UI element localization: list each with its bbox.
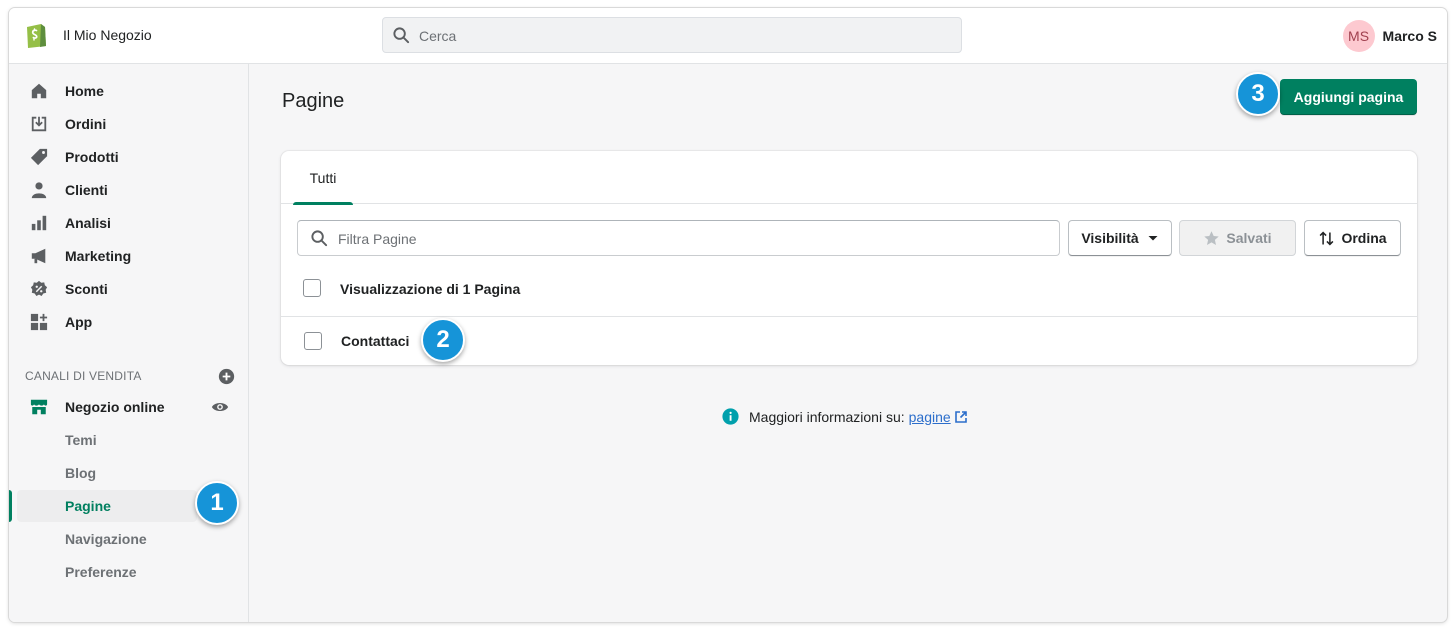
sort-button[interactable]: Ordina <box>1304 220 1401 256</box>
sidebar-item-online-store[interactable]: Negozio online <box>17 391 229 423</box>
visibility-button[interactable]: Visibilità <box>1068 220 1172 256</box>
callout-badge-1: 1 <box>195 481 239 525</box>
store-name[interactable]: Il Mio Negozio <box>63 27 152 43</box>
app-window: Il Mio Negozio MS Marco S Home Ordini <box>9 8 1447 622</box>
page-title: Pagine <box>282 90 345 112</box>
sidebar-item-themes[interactable]: Temi <box>17 424 197 456</box>
sidebar-item-label: Analisi <box>65 215 111 231</box>
active-indicator <box>9 490 12 522</box>
sidebar-item-label: App <box>65 314 93 330</box>
megaphone-icon <box>29 246 49 266</box>
global-search[interactable] <box>382 17 962 53</box>
sidebar-item-orders[interactable]: Ordini <box>17 108 241 140</box>
orders-icon <box>29 114 49 134</box>
apps-icon <box>29 312 49 332</box>
callout-badge-3: 3 <box>1236 72 1280 116</box>
user-menu[interactable]: MS Marco S <box>1342 20 1437 52</box>
online-store-link[interactable]: Negozio online <box>17 397 165 417</box>
caret-down-icon <box>1148 236 1158 241</box>
external-link-icon[interactable] <box>954 410 967 423</box>
star-icon <box>1204 230 1220 245</box>
home-icon <box>29 81 49 101</box>
add-page-button[interactable]: Aggiungi pagina <box>1280 79 1417 115</box>
sidebar-item-pages[interactable]: Pagine <box>17 490 197 522</box>
sidebar-item-label: Prodotti <box>65 149 119 165</box>
callout-badge-2: 2 <box>421 318 465 362</box>
pages-help-link[interactable]: pagine <box>909 409 951 425</box>
sidebar-item-products[interactable]: Prodotti <box>17 141 241 173</box>
sidebar-item-marketing[interactable]: Marketing <box>17 240 241 272</box>
sidebar-item-navigation[interactable]: Navigazione <box>17 523 197 555</box>
info-text: Maggiori informazioni su: <box>749 408 905 425</box>
tab-all[interactable]: Tutti <box>293 151 353 205</box>
select-all-checkbox[interactable] <box>303 279 321 297</box>
sidebar-item-apps[interactable]: App <box>17 306 241 338</box>
top-bar: Il Mio Negozio MS Marco S <box>9 8 1447 64</box>
search-icon <box>393 27 410 44</box>
sidebar-item-blog[interactable]: Blog <box>17 457 197 489</box>
user-name[interactable]: Marco S <box>1383 28 1437 44</box>
help-footer: Maggiori informazioni su: pagine <box>722 408 967 425</box>
add-channel-icon[interactable] <box>218 368 235 385</box>
sales-channels-header: CANALI DI VENDITA <box>25 366 235 386</box>
sidebar-item-label: Clienti <box>65 182 108 198</box>
sidebar-item-home[interactable]: Home <box>17 75 241 107</box>
bar-chart-icon <box>29 213 49 233</box>
filter-field[interactable] <box>297 220 1060 256</box>
saved-label: Salvati <box>1226 230 1272 246</box>
sidebar-item-label: Ordini <box>65 116 107 132</box>
sidebar-item-analytics[interactable]: Analisi <box>17 207 241 239</box>
sort-icon <box>1320 230 1334 246</box>
sidebar: Home Ordini Prodotti Clienti Analisi Mar… <box>9 64 249 622</box>
person-icon <box>29 180 49 200</box>
sidebar-item-label: Sconti <box>65 281 108 297</box>
list-header-text: Visualizzazione di 1 Pagina <box>340 281 521 297</box>
sidebar-item-customers[interactable]: Clienti <box>17 174 241 206</box>
search-icon <box>311 230 328 247</box>
discount-icon <box>29 279 49 299</box>
page-title-contattaci[interactable]: Contattaci <box>341 333 409 349</box>
store-icon <box>29 397 49 417</box>
sort-label: Ordina <box>1341 230 1387 246</box>
saved-button[interactable]: Salvati <box>1179 220 1296 256</box>
info-icon <box>722 408 739 425</box>
sidebar-item-discounts[interactable]: Sconti <box>17 273 241 305</box>
sidebar-item-preferences[interactable]: Preferenze <box>17 556 197 588</box>
filter-input[interactable] <box>338 229 1038 249</box>
sidebar-item-label: Home <box>65 83 104 99</box>
online-store-label: Negozio online <box>65 399 165 415</box>
sales-channels-title: CANALI DI VENDITA <box>25 369 142 383</box>
divider <box>281 316 1417 317</box>
tag-icon <box>29 147 49 167</box>
sidebar-item-label: Marketing <box>65 248 132 264</box>
search-input[interactable] <box>419 26 919 46</box>
visibility-label: Visibilità <box>1081 230 1139 246</box>
row-checkbox[interactable] <box>304 332 322 350</box>
eye-icon[interactable] <box>211 398 229 416</box>
tab-bar: Tutti <box>281 151 1417 205</box>
avatar[interactable]: MS <box>1342 20 1375 52</box>
shopify-logo-icon[interactable] <box>24 21 48 49</box>
